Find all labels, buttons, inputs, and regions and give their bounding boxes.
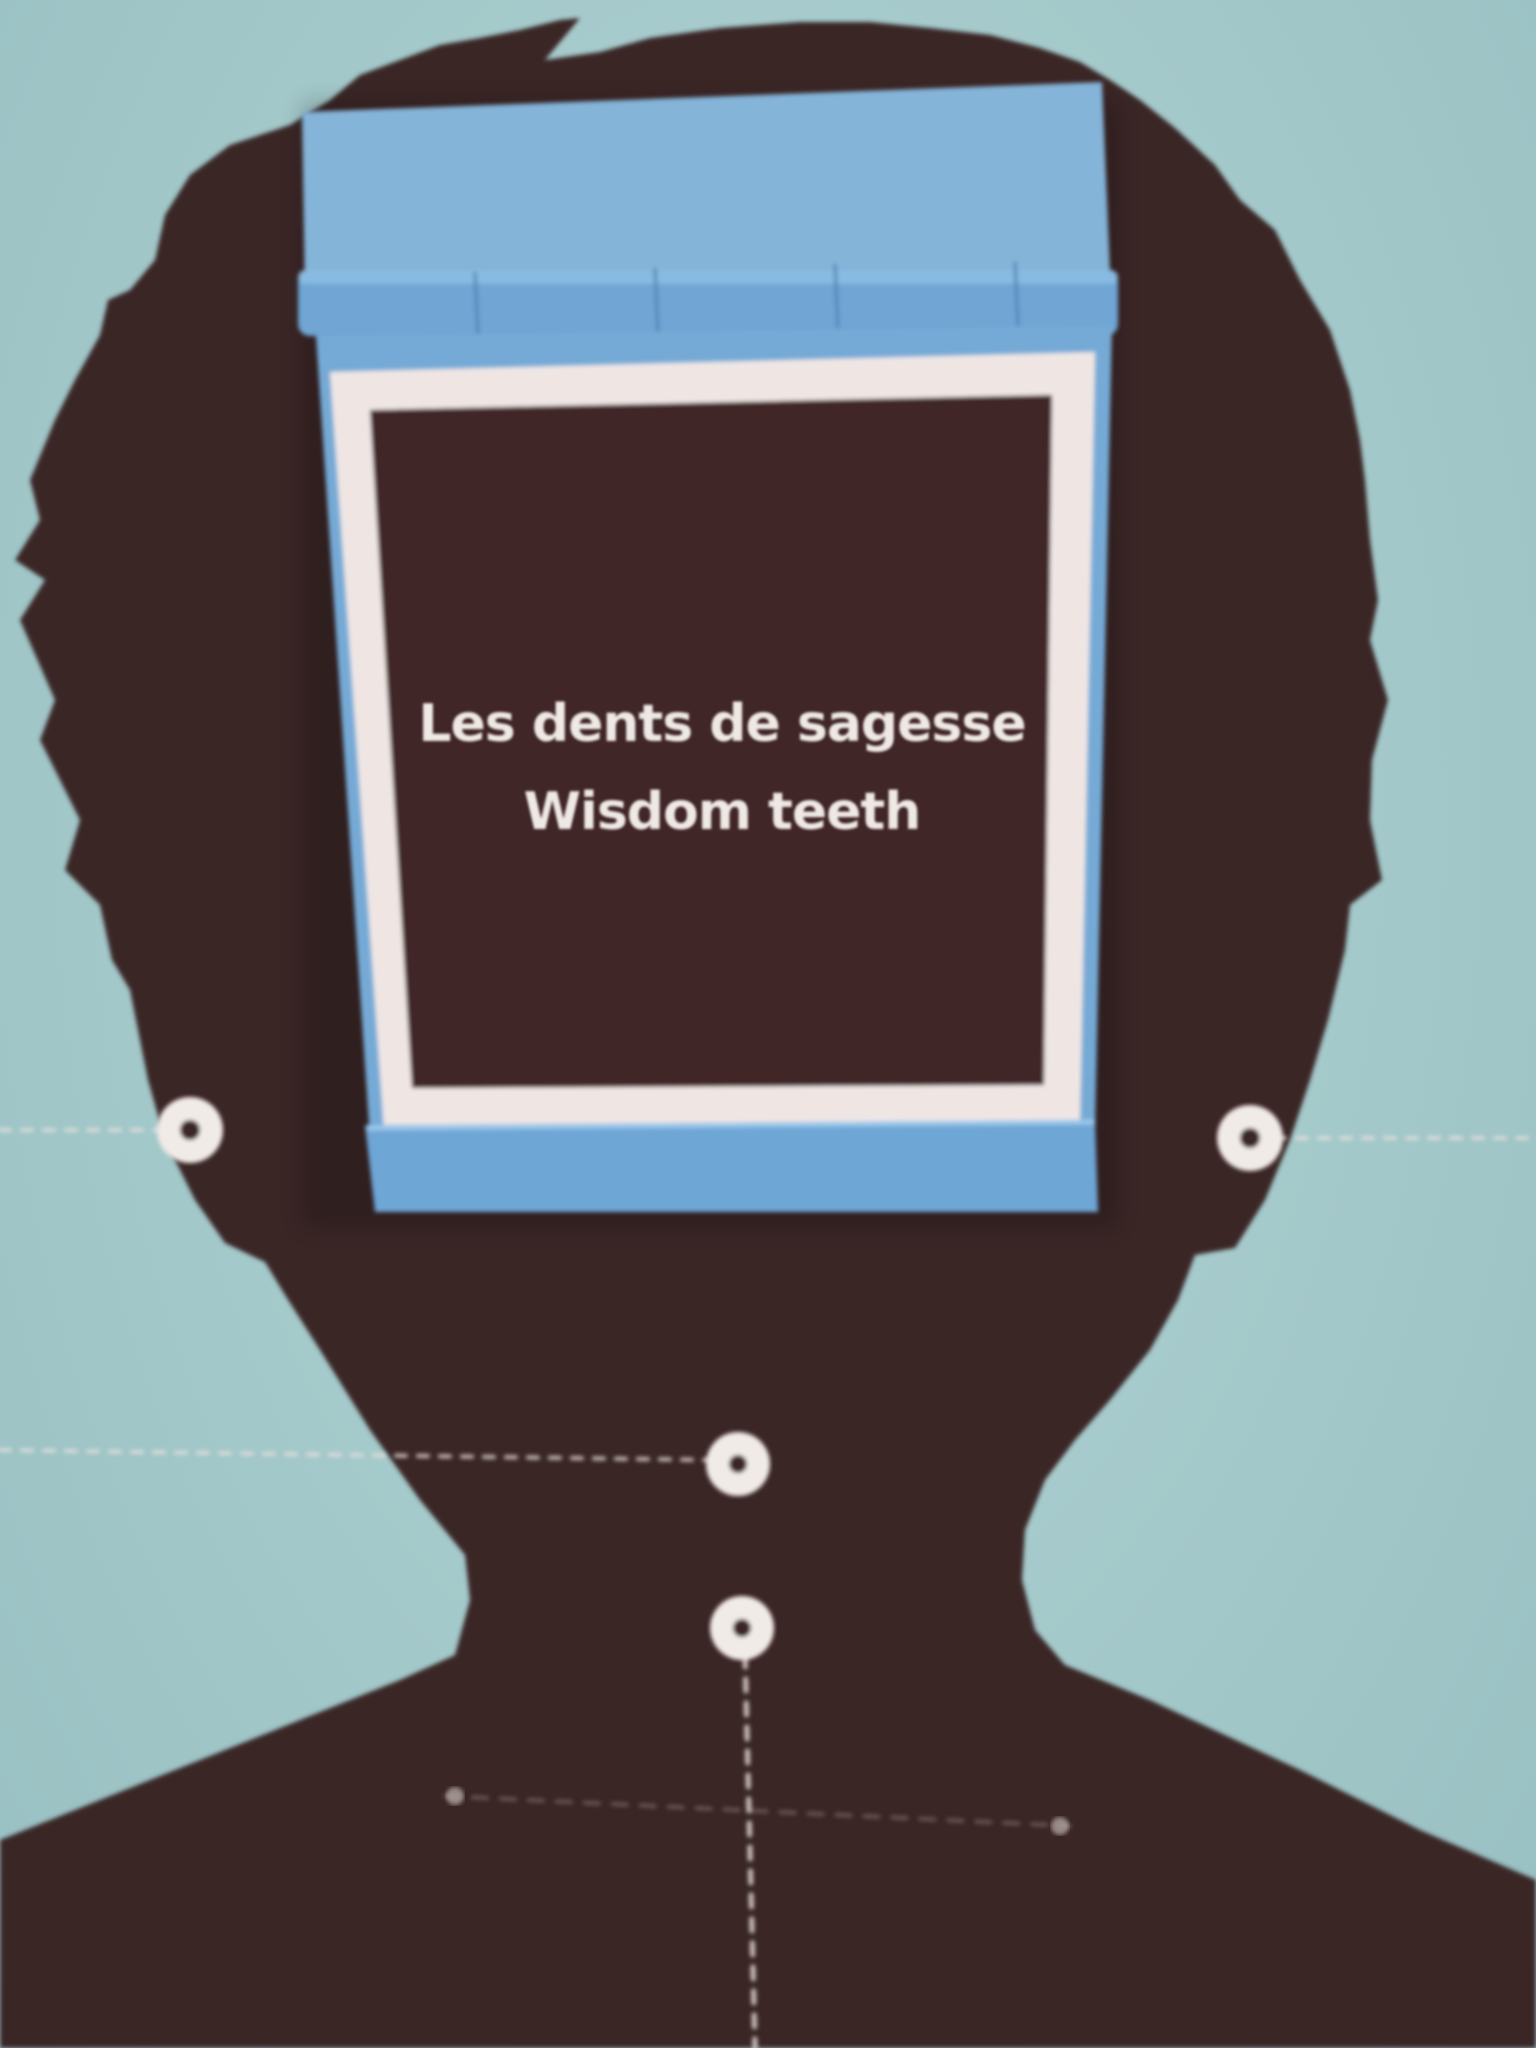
flap-bottom-ledge (365, 1120, 1098, 1212)
flap-hinge (298, 261, 1118, 336)
marker-shoulder-left (446, 1787, 464, 1805)
marker-shoulder-right (1051, 1817, 1069, 1835)
flap-title-english: Wisdom teeth (523, 782, 922, 842)
head-silhouette-figure (0, 18, 1536, 2048)
flap-title-french: Les dents de sagesse (418, 694, 1026, 754)
exhibit-panel: Les dents de sagesse Wisdom teeth (0, 0, 1536, 2048)
flap-top-plate (302, 82, 1110, 296)
marker-neck[interactable] (710, 1596, 774, 1660)
marker-right-ear[interactable] (1217, 1105, 1283, 1171)
lift-flap[interactable] (298, 82, 1118, 1212)
marker-throat[interactable] (706, 1432, 770, 1496)
marker-left-ear[interactable] (157, 1097, 223, 1163)
